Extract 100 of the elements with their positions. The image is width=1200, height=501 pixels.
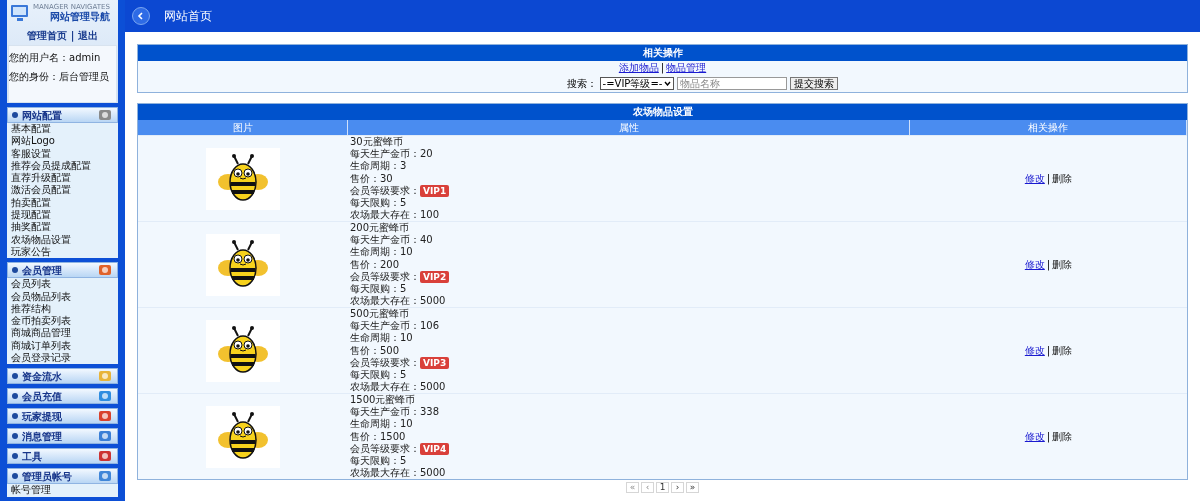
- sidebar-item[interactable]: 拍卖配置: [11, 196, 114, 210]
- attribute-text: 每天限购：5: [350, 455, 408, 468]
- item-manage-link[interactable]: 物品管理: [666, 60, 707, 75]
- sidebar-item[interactable]: 会员物品列表: [11, 290, 114, 303]
- sidebar-item[interactable]: 直荐升级配置: [11, 172, 114, 185]
- sidebar-section-header[interactable]: 消息管理: [7, 428, 118, 445]
- sidebar-item[interactable]: 会员登录记录: [11, 352, 114, 365]
- attribute-text: 每天限购：5: [350, 197, 408, 210]
- attribute-text: 售价：500: [350, 344, 401, 357]
- computer-icon: [9, 2, 31, 24]
- section-title: 网站配置: [22, 108, 62, 123]
- delete-text[interactable]: 删除: [1052, 257, 1073, 273]
- bullet-icon: [12, 453, 18, 460]
- attribute-text: 售价：30: [350, 172, 394, 185]
- edit-link[interactable]: 修改: [1024, 257, 1045, 273]
- column-header: 图片: [138, 120, 348, 135]
- delete-text[interactable]: 删除: [1052, 171, 1073, 187]
- vip-badge: VIP2: [420, 270, 450, 283]
- sidebar-section-header[interactable]: 会员管理: [7, 262, 118, 279]
- logout-link[interactable]: 退出: [78, 28, 99, 43]
- sidebar-section-header[interactable]: 玩家提现: [7, 408, 118, 425]
- bullet-icon: [12, 267, 18, 274]
- sidebar-item[interactable]: 抽奖配置: [11, 221, 114, 234]
- attribute-text: 售价：1500: [350, 430, 407, 443]
- link-separator: |: [660, 61, 665, 75]
- column-header: 相关操作: [910, 120, 1187, 135]
- bullet-icon: [12, 112, 18, 118]
- sidebar-item[interactable]: 推荐会员提成配置: [11, 159, 114, 173]
- attribute-text: 500元蜜蜂币: [350, 308, 411, 320]
- vip-badge: VIP1: [420, 184, 450, 197]
- add-item-link[interactable]: 添加物品: [618, 60, 659, 75]
- vip-level-select[interactable]: -=VIP等级=-: [599, 76, 675, 90]
- pagination-button[interactable]: ›: [671, 482, 684, 493]
- edit-link[interactable]: 修改: [1024, 343, 1045, 359]
- section-title: 会员充值: [22, 389, 62, 404]
- attribute-text: 会员等级要求：: [350, 270, 420, 284]
- attribute-text: 每天生产金币：20: [350, 148, 434, 160]
- attribute-text: 农场最大存在：100: [350, 209, 441, 222]
- search-field[interactable]: 物品名称: [677, 76, 788, 90]
- attribute-text: 每天生产金币：106: [350, 320, 441, 332]
- panel-title: 相关操作: [138, 45, 1187, 61]
- bullet-icon: [12, 433, 18, 440]
- attribute-text: 生命周期：3: [350, 160, 408, 173]
- action-separator: |: [1046, 258, 1051, 273]
- sidebar-item[interactable]: 激活会员配置: [11, 184, 114, 197]
- edit-link[interactable]: 修改: [1024, 429, 1045, 445]
- pagination-button[interactable]: 1: [656, 482, 669, 493]
- table-title: 农场物品设置: [138, 104, 1187, 120]
- sidebar-item[interactable]: 帐号管理: [11, 484, 114, 497]
- back-button[interactable]: [132, 7, 150, 25]
- sidebar-item[interactable]: 金币拍卖列表: [11, 315, 114, 328]
- attribute-text: 每天生产金币：40: [350, 234, 434, 246]
- section-title: 玩家提现: [22, 409, 62, 424]
- pagination-button[interactable]: »: [686, 482, 699, 493]
- sidebar-section-header[interactable]: 会员充值: [7, 388, 118, 405]
- sidebar-item[interactable]: 客服设置: [11, 147, 114, 160]
- action-separator: |: [1046, 430, 1051, 445]
- bullet-icon: [12, 373, 18, 380]
- section-title: 资金流水: [22, 369, 62, 384]
- attribute-text: 每天限购：5: [350, 283, 408, 296]
- page-title: 网站首页: [164, 8, 212, 25]
- sidebar-section-header[interactable]: 网站配置: [7, 107, 118, 123]
- column-header: 属性: [348, 120, 910, 135]
- sidebar-section-header[interactable]: 工具: [7, 448, 118, 465]
- submit-search-button[interactable]: 提交搜索: [790, 76, 839, 90]
- section-title: 消息管理: [22, 429, 62, 444]
- section-title: 工具: [22, 449, 42, 464]
- attribute-text: 生命周期：10: [350, 332, 414, 345]
- user-info-text: 您的用户名：admin: [9, 51, 102, 65]
- sidebar-item[interactable]: 农场物品设置: [11, 233, 114, 246]
- edit-link[interactable]: 修改: [1024, 171, 1045, 187]
- user-info-text: 您的身份：后台管理员: [9, 70, 110, 84]
- sidebar-item[interactable]: 玩家公告: [11, 245, 114, 259]
- sidebar-item[interactable]: 商城商品管理: [11, 327, 114, 340]
- link-separator: |: [70, 29, 75, 43]
- attribute-text: 农场最大存在：5000: [350, 295, 447, 308]
- sidebar-item[interactable]: 会员列表: [11, 278, 114, 291]
- sidebar-section-header[interactable]: 资金流水: [7, 368, 118, 385]
- bullet-icon: [12, 393, 18, 400]
- section-title: 管理员帐号: [22, 469, 72, 484]
- delete-text[interactable]: 删除: [1052, 343, 1073, 359]
- admin-home-link[interactable]: 管理首页: [26, 28, 67, 43]
- bullet-icon: [12, 413, 18, 420]
- sidebar-item[interactable]: 提现配置: [11, 209, 114, 222]
- sidebar-section-header[interactable]: 管理员帐号: [7, 468, 118, 485]
- sidebar-item[interactable]: 推荐结构: [11, 302, 114, 316]
- attribute-text: 农场最大存在：5000: [350, 467, 447, 480]
- sidebar-item[interactable]: 商城订单列表: [11, 339, 114, 353]
- sidebar-item[interactable]: 网站Logo: [11, 135, 114, 148]
- attribute-text: 每天限购：5: [350, 369, 408, 382]
- search-label: 搜索：: [566, 76, 597, 91]
- attribute-text: 30元蜜蜂币: [350, 136, 404, 148]
- delete-text[interactable]: 删除: [1052, 429, 1073, 445]
- attribute-text: 会员等级要求：: [350, 356, 420, 370]
- sidebar-item[interactable]: 基本配置: [11, 123, 114, 136]
- action-separator: |: [1046, 172, 1051, 187]
- action-separator: |: [1046, 344, 1051, 359]
- attribute-text: 1500元蜜蜂币: [350, 394, 417, 406]
- attribute-text: 会员等级要求：: [350, 442, 420, 456]
- attribute-text: 售价：200: [350, 258, 401, 271]
